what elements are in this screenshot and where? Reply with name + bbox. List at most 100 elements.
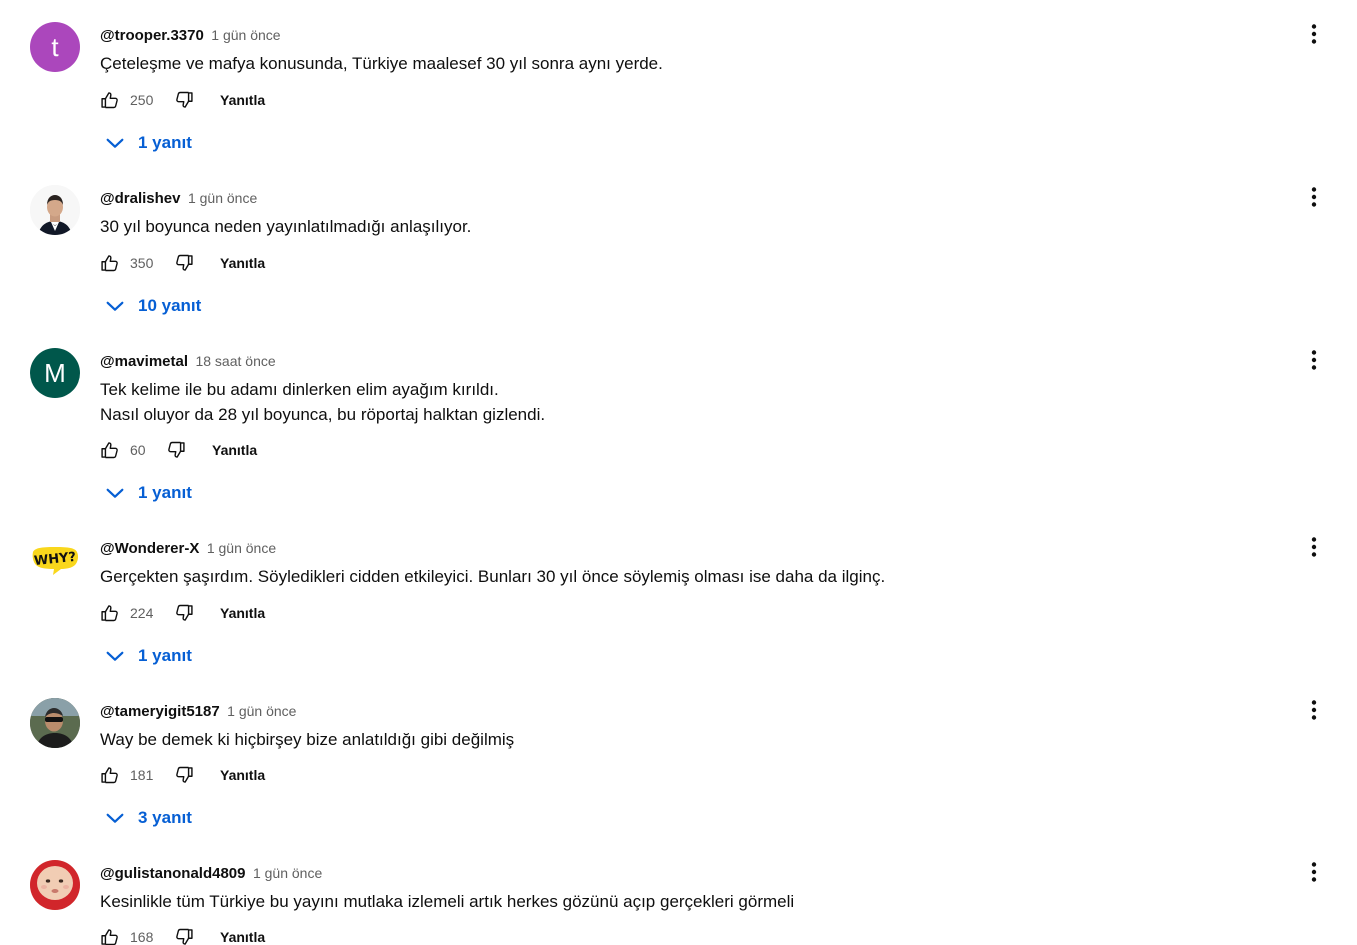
- avatar[interactable]: t: [30, 22, 80, 72]
- comment-header: @gulistanonald4809 1 gün önce: [100, 863, 322, 884]
- like-button[interactable]: [100, 253, 120, 273]
- comment-author[interactable]: @trooper.3370: [100, 27, 204, 44]
- avatar[interactable]: [30, 185, 80, 235]
- dislike-button[interactable]: [174, 90, 194, 110]
- more-vertical-icon: [1311, 24, 1317, 44]
- user-photo-icon: [30, 860, 80, 910]
- dislike-button[interactable]: [174, 253, 194, 273]
- comment-text-line: Way be demek ki hiçbirşey bize anlatıldı…: [100, 730, 515, 749]
- like-count: 250: [130, 92, 154, 108]
- comment-author[interactable]: @Wonderer-X: [100, 540, 199, 557]
- comment-time[interactable]: 1 gün önce: [188, 190, 257, 206]
- reply-button[interactable]: Yanıtla: [212, 442, 257, 458]
- more-vertical-icon: [1311, 350, 1317, 370]
- comment-action-bar: 224 Yanıtla: [100, 601, 265, 625]
- comment-menu-button[interactable]: [1302, 698, 1326, 722]
- comment-thread: @tameryigit5187 1 gün önce Way be demek …: [0, 698, 1357, 858]
- reply-button[interactable]: Yanıtla: [220, 929, 265, 945]
- comment-time[interactable]: 1 gün önce: [207, 540, 276, 556]
- like-count: 350: [130, 255, 154, 271]
- view-replies-button[interactable]: 10 yanıt: [104, 294, 201, 318]
- chevron-down-icon: [104, 132, 126, 154]
- reply-button[interactable]: Yanıtla: [220, 255, 265, 271]
- thumb-down-outline-icon: [176, 91, 193, 108]
- like-count: 224: [130, 605, 154, 621]
- like-count: 60: [130, 442, 146, 458]
- reply-button[interactable]: Yanıtla: [220, 92, 265, 108]
- comments-section: t @trooper.3370 1 gün önce Çeteleşme ve …: [0, 0, 1357, 945]
- thumb-up-outline-icon: [101, 92, 118, 109]
- comment-action-bar: 181 Yanıtla: [100, 763, 265, 787]
- dislike-button[interactable]: [174, 765, 194, 785]
- like-button[interactable]: [100, 603, 120, 623]
- avatar[interactable]: [30, 860, 80, 910]
- comment-author[interactable]: @tameryigit5187: [100, 703, 220, 720]
- avatar[interactable]: [30, 698, 80, 748]
- thumb-down-outline-icon: [176, 254, 193, 271]
- more-vertical-icon: [1311, 862, 1317, 882]
- thumb-up-outline-icon: [101, 255, 118, 272]
- chevron-down-icon: [104, 295, 126, 317]
- comment-action-bar: 168 Yanıtla: [100, 925, 265, 945]
- comment-text-line: Kesinlikle tüm Türkiye bu yayını mutlaka…: [100, 892, 795, 911]
- like-button[interactable]: [100, 440, 120, 460]
- comment-time[interactable]: 1 gün önce: [211, 27, 280, 43]
- thumb-up-outline-icon: [101, 442, 118, 459]
- more-vertical-icon: [1311, 537, 1317, 557]
- reply-button[interactable]: Yanıtla: [220, 767, 265, 783]
- replies-count-label: 10 yanıt: [138, 296, 202, 315]
- view-replies-button[interactable]: 1 yanıt: [104, 644, 192, 668]
- comment-menu-button[interactable]: [1302, 22, 1326, 46]
- comment-author[interactable]: @mavimetal: [100, 353, 188, 370]
- comment-text-line: Tek kelime ile bu adamı dinlerken elim a…: [100, 380, 499, 399]
- like-button[interactable]: [100, 927, 120, 945]
- like-button[interactable]: [100, 765, 120, 785]
- comment-header: @dralishev 1 gün önce: [100, 188, 257, 209]
- why-logo-icon: WHY?: [32, 547, 79, 575]
- comment-text-line: 30 yıl boyunca neden yayınlatılmadığı an…: [100, 217, 472, 236]
- comment-menu-button[interactable]: [1302, 185, 1326, 209]
- comment-menu-button[interactable]: [1302, 348, 1326, 372]
- view-replies-button[interactable]: 3 yanıt: [104, 806, 192, 830]
- like-count: 181: [130, 767, 154, 783]
- avatar[interactable]: WHY?: [30, 535, 80, 585]
- avatar[interactable]: M: [30, 348, 80, 398]
- thumb-up-outline-icon: [101, 929, 118, 945]
- comment-thread: t @trooper.3370 1 gün önce Çeteleşme ve …: [0, 22, 1357, 182]
- comment-thread: @gulistanonald4809 1 gün önce Kesinlikle…: [0, 860, 1357, 945]
- comment-menu-button[interactable]: [1302, 860, 1326, 884]
- comment-author[interactable]: @dralishev: [100, 190, 181, 207]
- comment-time[interactable]: 18 saat önce: [195, 353, 275, 369]
- dislike-button[interactable]: [174, 603, 194, 623]
- comment-menu-button[interactable]: [1302, 535, 1326, 559]
- thumb-down-outline-icon: [176, 766, 193, 783]
- comment-header: @tameryigit5187 1 gün önce: [100, 701, 296, 722]
- comment-author[interactable]: @gulistanonald4809: [100, 865, 246, 882]
- thumb-up-outline-icon: [101, 605, 118, 622]
- comment-header: @Wonderer-X 1 gün önce: [100, 538, 276, 559]
- chevron-down-icon: [104, 645, 126, 667]
- view-replies-button[interactable]: 1 yanıt: [104, 131, 192, 155]
- comment-time[interactable]: 1 gün önce: [253, 865, 322, 881]
- avatar-letter: t: [51, 31, 59, 62]
- thumb-down-outline-icon: [176, 928, 193, 945]
- comment-action-bar: 60 Yanıtla: [100, 438, 257, 462]
- comment-thread: WHY? @Wonderer-X 1 gün önce Gerçekten şa…: [0, 535, 1357, 695]
- comment-time[interactable]: 1 gün önce: [227, 703, 296, 719]
- comment-text: 30 yıl boyunca neden yayınlatılmadığı an…: [100, 214, 471, 239]
- comment-header: @mavimetal 18 saat önce: [100, 351, 276, 372]
- replies-count-label: 1 yanıt: [138, 646, 192, 665]
- comment-action-bar: 350 Yanıtla: [100, 251, 265, 275]
- more-vertical-icon: [1311, 187, 1317, 207]
- view-replies-button[interactable]: 1 yanıt: [104, 481, 192, 505]
- comment-action-bar: 250 Yanıtla: [100, 88, 265, 112]
- reply-button[interactable]: Yanıtla: [220, 605, 265, 621]
- comment-text: Kesinlikle tüm Türkiye bu yayını mutlaka…: [100, 889, 794, 914]
- more-vertical-icon: [1311, 700, 1317, 720]
- thumb-down-outline-icon: [176, 604, 193, 621]
- dislike-button[interactable]: [174, 927, 194, 945]
- like-button[interactable]: [100, 90, 120, 110]
- comment-text: Gerçekten şaşırdım. Söyledikleri cidden …: [100, 564, 885, 589]
- chevron-down-icon: [104, 807, 126, 829]
- dislike-button[interactable]: [166, 440, 186, 460]
